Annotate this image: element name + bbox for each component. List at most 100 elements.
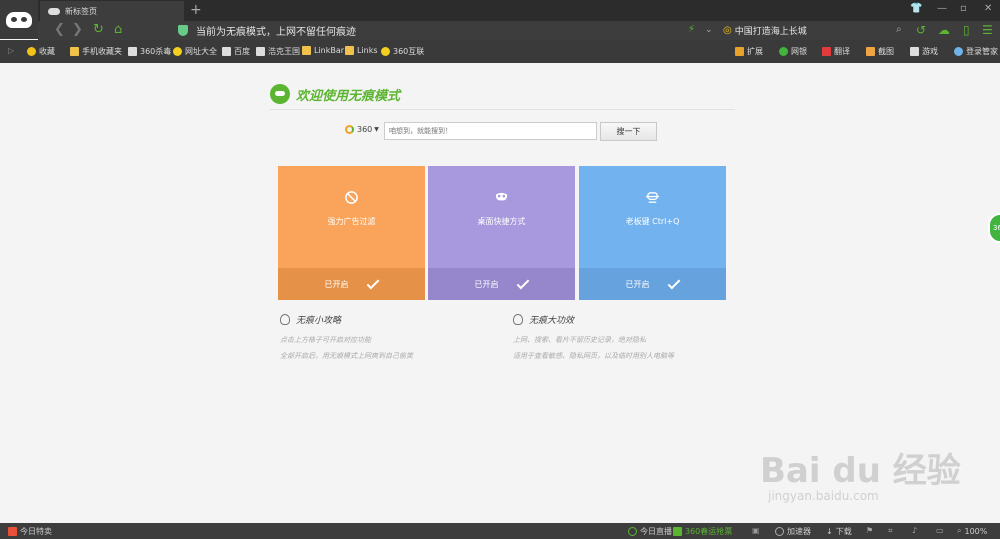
sidebar-toggle-icon[interactable]: ▷ — [8, 46, 14, 55]
tips-line: 点击上方格子可开启对应功能 — [280, 336, 371, 344]
card-status: 已开启 — [278, 268, 425, 300]
mask-icon — [495, 192, 508, 201]
card-title: 桌面快捷方式 — [477, 217, 526, 226]
check-icon — [667, 276, 680, 289]
menu-icon[interactable]: ☰ — [982, 22, 993, 38]
window-icon[interactable]: ▭ — [936, 526, 944, 535]
360-icon — [381, 47, 390, 56]
tips-title: 无痕大功效 — [529, 316, 575, 326]
toolbar-translate[interactable]: 翻译 — [822, 46, 850, 57]
new-tab-button[interactable]: + — [190, 2, 202, 18]
360-icon — [345, 125, 354, 134]
card-desktop-shortcut[interactable]: 桌面快捷方式 已开启 — [428, 166, 575, 300]
address-bar[interactable]: 当前为无痕模式，上网不留任何痕迹 — [178, 22, 723, 39]
crop-icon[interactable]: ⌗ — [888, 526, 893, 536]
zoom-icon: ⌕ — [957, 526, 962, 535]
lightbulb-icon — [513, 314, 523, 325]
card-status: 已开启 — [428, 268, 575, 300]
grid-icon — [735, 47, 744, 56]
tips-line: 上网、搜索、看片不留历史记录，绝对隐私 — [513, 336, 646, 344]
magnifier-icon[interactable]: ⌕ — [896, 22, 902, 38]
bookmark-mobile[interactable]: 手机收藏夹 — [70, 46, 122, 57]
check-icon — [366, 276, 379, 289]
bookmark-links[interactable]: Links — [345, 46, 378, 55]
mask-icon — [48, 7, 60, 15]
page-icon[interactable]: ▣ — [752, 526, 760, 535]
check-icon — [516, 276, 529, 289]
search-engine-selector[interactable]: 360 ▼ — [345, 125, 379, 134]
download-icon: ↓ — [826, 527, 833, 536]
shield-icon — [779, 47, 788, 56]
zoom-control[interactable]: ⌕ 100% — [957, 526, 987, 536]
accelerator[interactable]: 加速器 — [775, 526, 811, 537]
toolbar-login-manager[interactable]: 登录管家 — [954, 46, 998, 57]
incognito-new-tab-page: 欢迎使用无痕模式 360 ▼ 搜一下 强力广告过滤 已开启 桌面快捷方式 已开启… — [0, 63, 1000, 523]
gamepad-icon — [910, 47, 919, 56]
daily-deals[interactable]: 今日特卖 — [8, 526, 52, 537]
flag-icon[interactable]: ⚑ — [866, 526, 873, 535]
watermark-url: jingyan.baidu.com — [768, 489, 879, 503]
chevron-down-icon[interactable]: ⌄ — [705, 22, 713, 38]
incognito-logo — [0, 0, 38, 39]
bookmark-360-antivirus[interactable]: 360杀毒 — [128, 46, 171, 57]
toolbar-games[interactable]: 游戏 — [910, 46, 938, 57]
mask-icon — [270, 84, 290, 104]
bookmark-favorites[interactable]: 收藏 — [27, 46, 55, 57]
ticket-promo[interactable]: 360春运抢票 — [673, 526, 732, 537]
cloud-icon[interactable]: ☁ — [938, 22, 950, 38]
address-text: 当前为无痕模式，上网不留任何痕迹 — [196, 27, 356, 38]
restore-button[interactable]: ▫ — [960, 3, 967, 14]
search-box[interactable]: ◎ 中国打造海上长城 — [723, 22, 807, 39]
phone-icon[interactable]: ▯ — [963, 22, 970, 38]
bookmark-site-nav[interactable]: 网址大全 — [173, 46, 217, 57]
folder-icon — [345, 46, 354, 55]
toolbar-extensions[interactable]: 扩展 — [735, 46, 763, 57]
tips-line: 全部开启后，用无痕模式上网爽到自己偷笑 — [280, 352, 413, 360]
tab-new-tab[interactable]: 新标签页 — [40, 1, 184, 21]
page-icon — [256, 47, 265, 56]
card-boss-key[interactable]: 老板键 Ctrl+Q 已开启 — [579, 166, 726, 300]
card-ad-filter[interactable]: 强力广告过滤 已开启 — [278, 166, 425, 300]
boss-icon — [645, 192, 660, 203]
back-button[interactable]: ❮ — [54, 22, 65, 38]
star-icon — [27, 47, 36, 56]
live-link[interactable]: 今日直播 — [628, 526, 672, 537]
home-button[interactable]: ⌂ — [114, 22, 122, 38]
tips-benefits: 无痕大功效 上网、搜索、看片不留历史记录，绝对隐私 适用于查看敏感、隐私网页，以… — [513, 313, 674, 361]
play-icon — [628, 527, 637, 536]
refresh-button[interactable]: ↻ — [93, 22, 104, 38]
minimize-button[interactable]: — — [937, 3, 947, 14]
bookmark-linkbar[interactable]: LinkBar — [302, 46, 344, 55]
key-icon — [954, 47, 963, 56]
card-status: 已开启 — [579, 268, 726, 300]
speaker-icon[interactable]: ♪ — [912, 526, 917, 535]
search-button[interactable]: 搜一下 — [600, 122, 657, 141]
search-input[interactable] — [384, 122, 597, 140]
close-button[interactable]: ✕ — [984, 3, 992, 14]
watermark-logo: Bai du 经验 — [760, 451, 961, 491]
card-title: 强力广告过滤 — [327, 217, 376, 226]
gift-icon — [8, 527, 17, 536]
lightning-icon[interactable]: ⚡ — [688, 22, 695, 38]
toolbar-ebank[interactable]: 网银 — [779, 46, 807, 57]
side-float-badge[interactable]: 36 — [988, 213, 1000, 243]
speed-icon — [775, 527, 784, 536]
bookmarks-bar: ▷ 收藏 手机收藏夹 360杀毒 网址大全 百度 浩克王国 LinkBar Li… — [0, 40, 1000, 63]
undo-icon[interactable]: ↺ — [916, 22, 926, 38]
ban-icon — [345, 191, 358, 204]
status-bar: 今日特卖 今日直播 360春运抢票 ▣ 加速器 ↓ 下载 ⚑ ⌗ ♪ ▭ ⌕ 100… — [0, 523, 1000, 539]
bookmark-hulk[interactable]: 浩克王国 — [256, 46, 300, 57]
360-icon — [673, 527, 682, 536]
forward-button[interactable]: ❯ — [72, 22, 83, 38]
downloads[interactable]: ↓ 下载 — [826, 526, 852, 537]
search-hint-text: 中国打造海上长城 — [734, 27, 807, 37]
bookmark-baidu[interactable]: 百度 — [222, 46, 250, 57]
bookmark-360-hulian[interactable]: 360互联 — [381, 46, 424, 57]
skin-icon[interactable]: 👕 — [910, 3, 922, 14]
tips-title: 无痕小攻略 — [296, 316, 342, 326]
translate-icon — [822, 47, 831, 56]
lightbulb-icon — [280, 314, 290, 325]
page-icon — [128, 47, 137, 56]
toolbar-screenshot[interactable]: 截图 — [866, 46, 894, 57]
engine-label: 360 — [357, 125, 373, 134]
